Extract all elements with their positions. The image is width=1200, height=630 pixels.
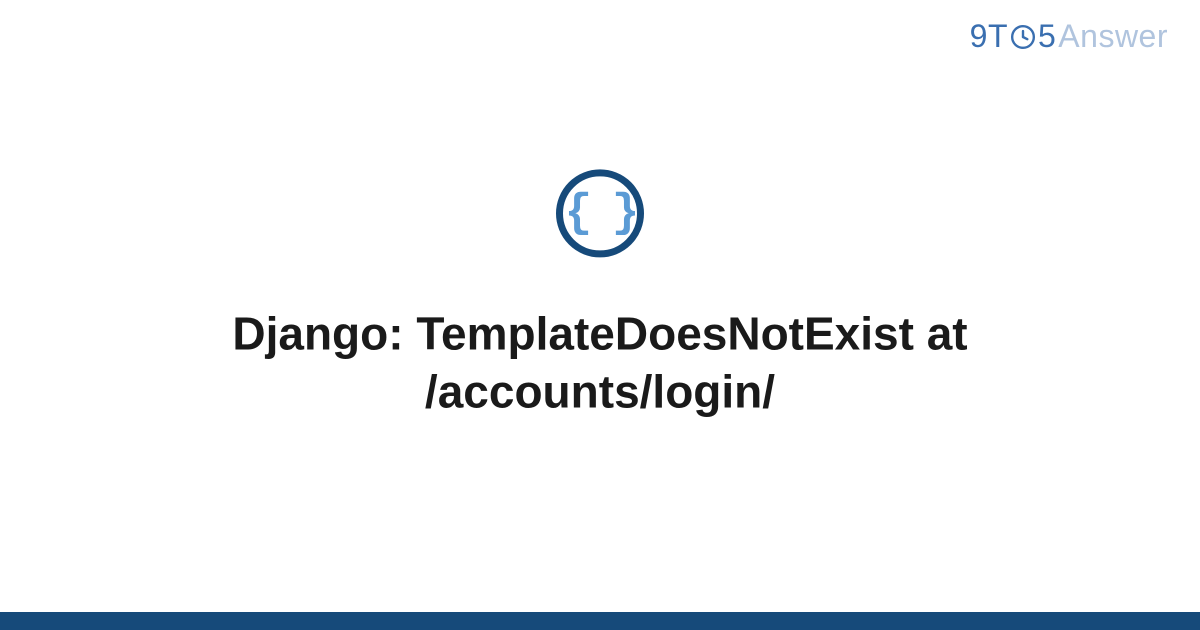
code-braces-icon: { } xyxy=(556,169,644,257)
brand-logo[interactable]: 9T 5 Answer xyxy=(970,18,1168,55)
main-content: { } Django: TemplateDoesNotExist at /acc… xyxy=(0,169,1200,420)
footer-bar xyxy=(0,612,1200,630)
logo-text-9t: 9T xyxy=(970,18,1008,55)
logo-text-5: 5 xyxy=(1038,18,1056,55)
logo-text-answer: Answer xyxy=(1058,18,1168,55)
clock-icon xyxy=(1009,23,1037,51)
page-title: Django: TemplateDoesNotExist at /account… xyxy=(100,305,1100,420)
braces-glyph: { } xyxy=(565,190,636,236)
